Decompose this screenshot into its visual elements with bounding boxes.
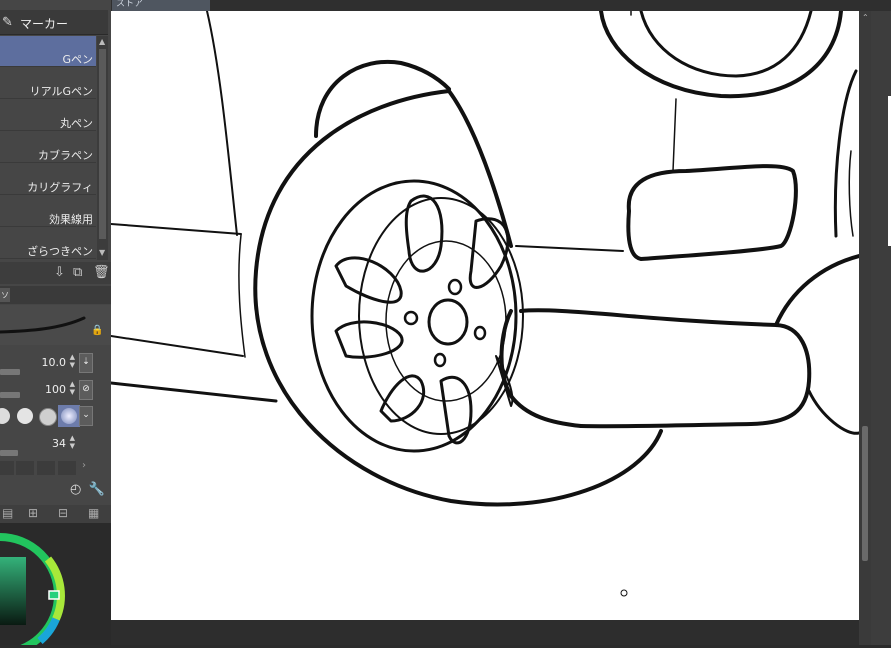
brush-list-toolbar: ⇩ ⧉ 🗑	[0, 262, 111, 284]
cursor-indicator	[620, 589, 628, 597]
color-panel-tabs: ▤ ⊞ ⊟ ▦	[0, 505, 111, 523]
brush-item-label: 効果線用	[49, 213, 93, 226]
spin-icon[interactable]: ▲ ▼	[70, 353, 75, 369]
swatch-slot[interactable]	[58, 461, 76, 475]
spin-icon[interactable]: ▲ ▼	[70, 380, 75, 396]
right-panel-edge	[871, 11, 891, 645]
tool-group-label: マーカー	[20, 17, 69, 31]
brush-item-gpen[interactable]: Gペン	[0, 36, 96, 67]
selected-tip-highlight[interactable]	[58, 405, 80, 427]
brush-item-maru-pen[interactable]: 丸ペン	[0, 100, 96, 131]
tool-group-header[interactable]: ✎ マーカー	[0, 10, 108, 35]
import-icon[interactable]: ⇩	[54, 265, 65, 280]
spin-icon[interactable]: ▲ ▼	[70, 434, 75, 450]
swatch-slot[interactable]	[37, 461, 55, 475]
brush-item-label: 丸ペン	[60, 117, 93, 130]
duplicate-icon[interactable]: ⧉	[73, 265, 82, 280]
stabilization-row: 34 ▲ ▼	[0, 432, 111, 456]
brush-stroke-preview: 🔒	[0, 305, 111, 345]
chevron-right-icon[interactable]: ›	[82, 460, 86, 471]
stabilization-slider[interactable]	[0, 450, 18, 456]
tool-property-tab-label: ソ	[1, 291, 9, 300]
wrench-icon[interactable]: 🔧	[89, 482, 105, 497]
color-set-tab-icon[interactable]: ⊟	[58, 506, 68, 520]
scroll-up-icon[interactable]: ▲	[99, 37, 105, 46]
brush-item-rough-pen[interactable]: ざらつきペン	[0, 228, 96, 259]
opacity-toggle-button[interactable]: ⊘	[79, 380, 93, 400]
car-wheel-drawing	[109, 9, 861, 597]
delete-icon[interactable]: 🗑	[93, 265, 110, 280]
scrollbar-thumb[interactable]	[99, 49, 106, 239]
swatch-slot[interactable]	[16, 461, 34, 475]
brush-size-row: 10.0 ▲ ▼ ⇣	[0, 351, 111, 375]
brush-list-scrollbar[interactable]: ▲ ▼	[97, 36, 108, 260]
opacity-row: 100 ▲ ▼ ⊘	[0, 378, 111, 402]
tool-property-tab[interactable]: ソ	[0, 288, 10, 302]
brush-item-label: Gペン	[62, 53, 93, 66]
blur-tip-icon[interactable]	[61, 408, 77, 424]
color-slider-tab-icon[interactable]: ⊞	[28, 506, 38, 520]
color-history-tab-icon[interactable]: ▦	[88, 506, 99, 520]
brush-size-slider[interactable]	[0, 369, 20, 375]
color-wheel-area[interactable]	[0, 523, 111, 648]
brush-item-calligraphy[interactable]: カリグラフィ	[0, 164, 96, 195]
stabilization-value[interactable]: 34	[52, 437, 66, 450]
brush-item-kabura-pen[interactable]: カブラペン	[0, 132, 96, 163]
brush-item-label: カブラペン	[38, 149, 93, 162]
marker-icon: ✎	[2, 15, 13, 30]
gray-tip-icon[interactable]	[39, 408, 57, 426]
brush-item-label: カリグラフィ	[27, 181, 93, 194]
swatch-slot-row: ›	[0, 459, 96, 477]
color-wheel-tab-icon[interactable]: ▤	[2, 506, 13, 520]
canvas-vertical-scrollbar[interactable]: ⌃	[859, 11, 871, 645]
brush-item-label: ざらつきペン	[27, 245, 93, 258]
opacity-value[interactable]: 100	[45, 383, 66, 396]
drawing-canvas[interactable]	[109, 9, 861, 620]
brush-item-real-gpen[interactable]: リアルGペン	[0, 68, 96, 99]
brush-item-label: リアルGペン	[29, 85, 93, 98]
swatch-slot[interactable]	[0, 461, 14, 475]
hard-tip-icon[interactable]	[17, 408, 33, 424]
color-wheel[interactable]	[0, 523, 111, 648]
canvas-tab[interactable]: ストア	[112, 0, 210, 11]
clock-icon[interactable]: ◴	[70, 482, 81, 497]
soft-tip-icon[interactable]	[0, 408, 10, 424]
opacity-slider[interactable]	[0, 392, 20, 398]
brush-list: Gペン リアルGペン 丸ペン カブラペン カリグラフィ 効果線用 ざらつきペン	[0, 36, 96, 260]
brush-size-value[interactable]: 10.0	[42, 356, 67, 369]
scrollbar-thumb[interactable]	[862, 426, 868, 561]
size-preset-button[interactable]: ⇣	[79, 353, 93, 373]
brush-item-effect-line[interactable]: 効果線用	[0, 196, 96, 227]
tool-settings-icons: ◴ 🔧	[70, 482, 105, 497]
canvas-bottom-area	[111, 620, 859, 645]
lock-icon[interactable]: 🔒	[91, 325, 103, 336]
scroll-down-icon[interactable]: ▼	[99, 248, 105, 257]
tool-property-tabbar: ソ	[0, 286, 111, 304]
tip-dropdown-icon[interactable]: ⌄	[79, 406, 93, 426]
scroll-up-icon[interactable]: ⌃	[862, 13, 869, 22]
brush-tip-row: ⌄	[0, 403, 111, 429]
canvas-tab-label: ストア	[116, 0, 144, 9]
